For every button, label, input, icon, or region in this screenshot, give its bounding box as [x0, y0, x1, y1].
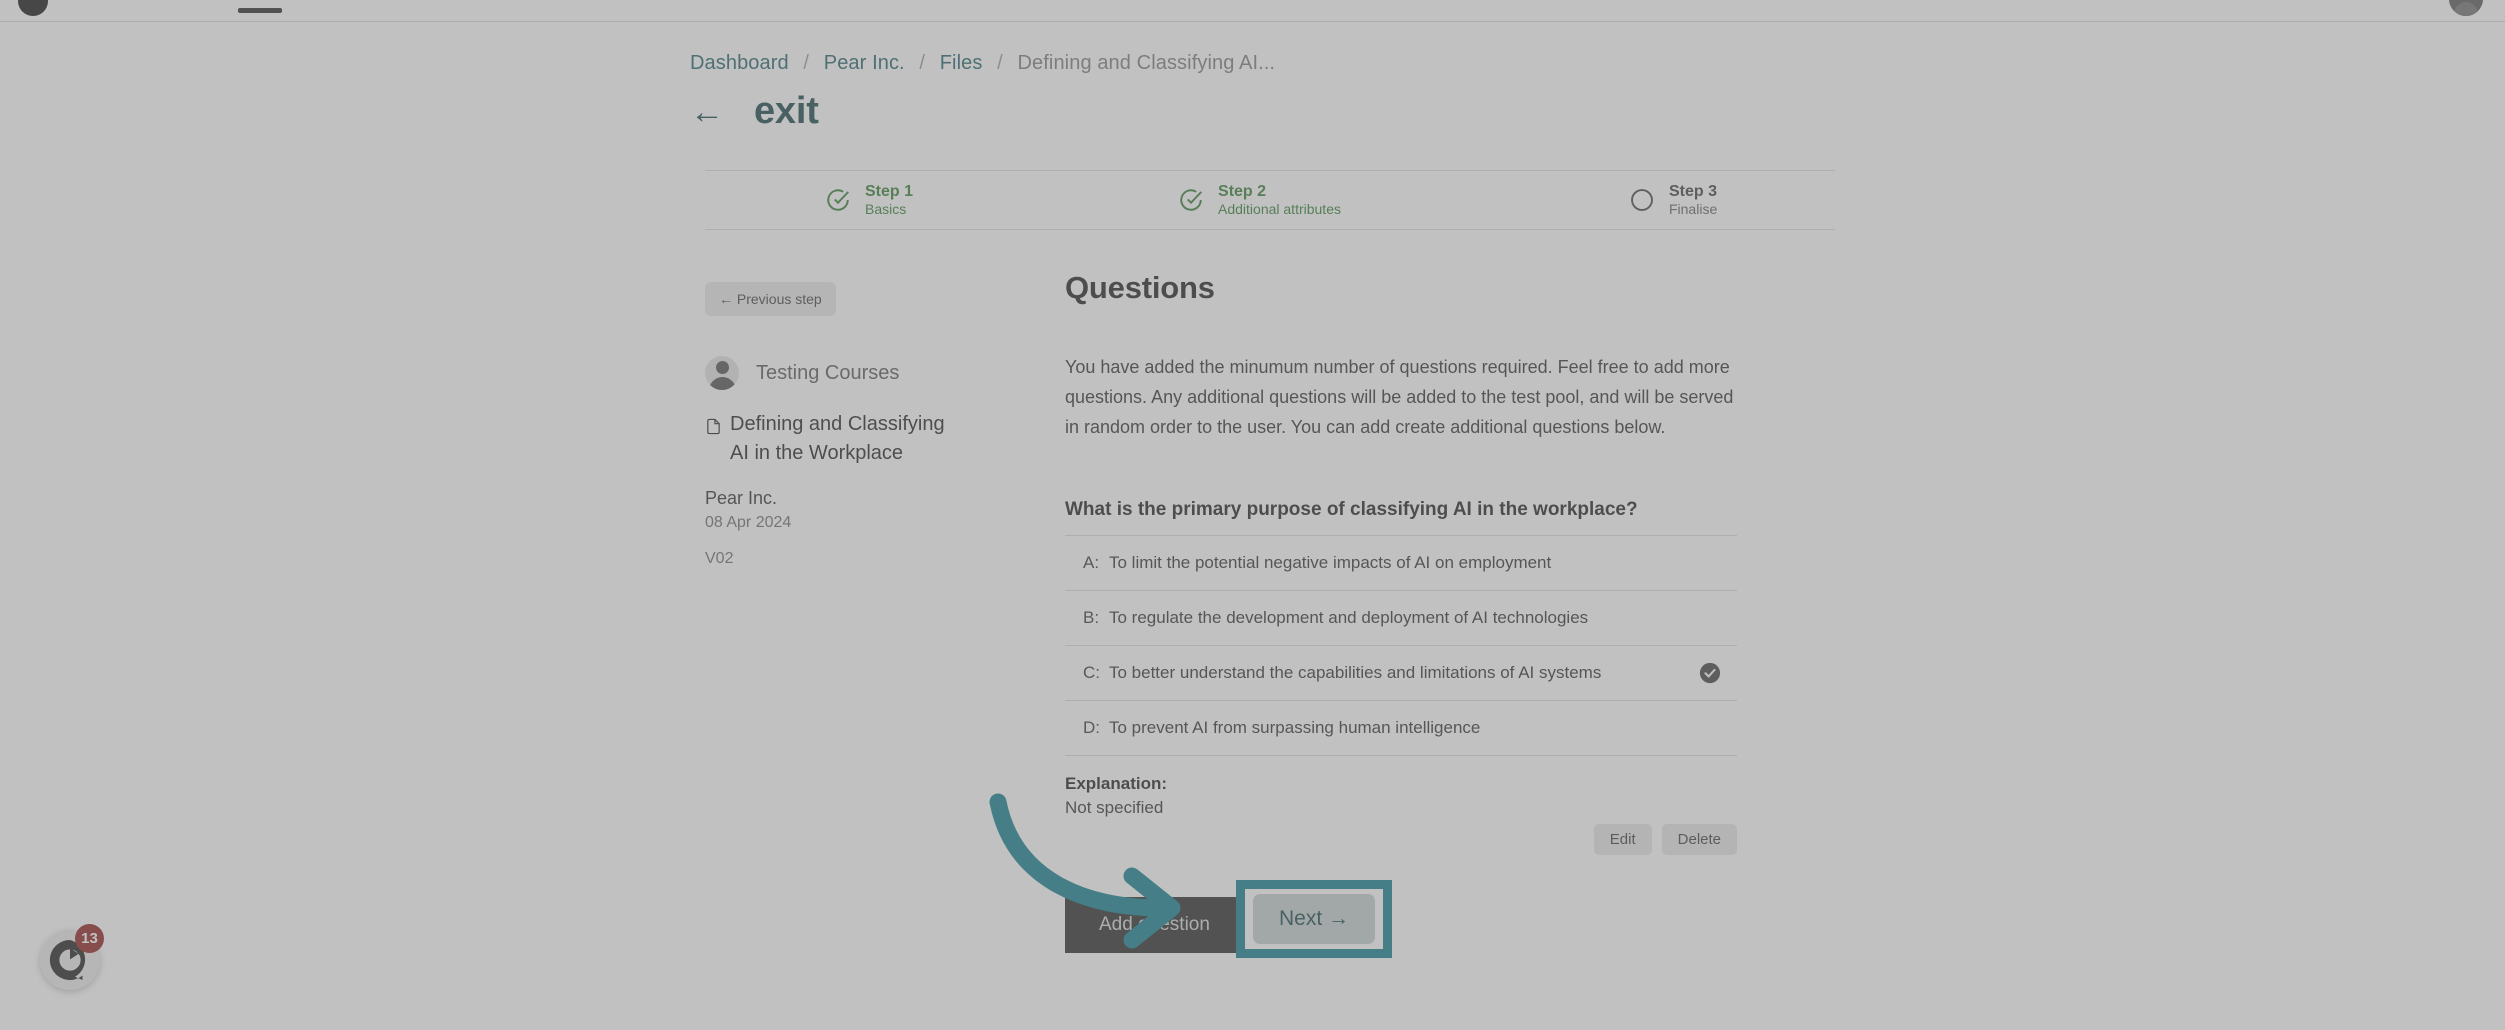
stepper-step-3[interactable]: Step 3 Finalise [1629, 182, 1717, 219]
breadcrumb-item-dashboard[interactable]: Dashboard [690, 52, 789, 74]
answer-text: To limit the potential negative impacts … [1109, 552, 1552, 572]
check-circle-icon [825, 187, 851, 213]
back-arrow-icon[interactable]: ← [690, 95, 724, 129]
panel-footer-actions: Add question [1065, 896, 1737, 953]
explanation-block: Explanation: Not specified [1065, 754, 1737, 818]
breadcrumb-separator: / [803, 52, 810, 74]
file-title-row: Defining and Classifying AI in the Workp… [705, 410, 955, 468]
top-navigation-bar [0, 0, 2505, 22]
app-root: Dashboard / Pear Inc. / Files / Defining… [0, 0, 2505, 1030]
content-intro-paragraph: You have added the minumum number of que… [1065, 357, 1734, 438]
answer-letter: C: [1083, 662, 1100, 682]
owner-avatar-icon [705, 356, 739, 390]
panel-sidebar: ← Previous step Testing Courses Defining… [705, 230, 980, 1030]
answer-letter: D: [1083, 717, 1100, 737]
empty-circle-icon [1629, 187, 1655, 213]
document-icon [705, 415, 722, 444]
question-row-actions: Edit Delete [1065, 823, 1737, 855]
check-circle-icon [1178, 187, 1204, 213]
stepper-step-2[interactable]: Step 2 Additional attributes [1178, 182, 1341, 219]
course-owner-name: Testing Courses [756, 361, 900, 384]
breadcrumb-separator: / [997, 52, 1003, 74]
next-button[interactable]: Next → [1252, 894, 1375, 944]
answer-letter: A: [1083, 552, 1100, 572]
user-avatar-icon[interactable] [2449, 0, 2483, 16]
next-button-highlight-annotation: Next → [1236, 880, 1392, 958]
breadcrumb: Dashboard / Pear Inc. / Files / Defining… [690, 52, 1275, 75]
answer-option-c[interactable]: C: To better understand the capabilities… [1065, 644, 1737, 700]
answer-text: To prevent AI from surpassing human inte… [1109, 717, 1481, 737]
stepper-step-1[interactable]: Step 1 Basics [825, 182, 913, 219]
file-date: 08 Apr 2024 [705, 514, 792, 531]
explanation-value: Not specified [1065, 797, 1164, 817]
file-company: Pear Inc. [705, 488, 778, 508]
stepper-step-2-sub: Additional attributes [1218, 201, 1341, 218]
progress-stepper: Step 1 Basics Step 2 Additional attribut… [705, 170, 1835, 230]
stepper-step-3-name: Step 3 [1668, 182, 1717, 200]
answer-text: To regulate the development and deployme… [1109, 607, 1589, 627]
stepper-step-1-name: Step 1 [865, 182, 914, 200]
answer-text: To better understand the capabilities an… [1109, 662, 1602, 682]
correct-answer-check-icon [1699, 662, 1721, 684]
brand-circle-logo-icon[interactable] [18, 0, 48, 16]
breadcrumb-separator: / [919, 52, 926, 74]
active-tab-indicator [238, 8, 282, 13]
edit-question-button[interactable]: Edit [1593, 823, 1652, 855]
stepper-step-1-sub: Basics [865, 201, 907, 218]
content-heading: Questions [1065, 270, 1215, 305]
breadcrumb-item-files[interactable]: Files [940, 52, 983, 74]
breadcrumb-item-current: Defining and Classifying AI... [1017, 52, 1276, 74]
page-header: ← exit [690, 90, 819, 133]
course-owner: Testing Courses [705, 356, 899, 390]
answer-option-d[interactable]: D: To prevent AI from surpassing human i… [1065, 699, 1737, 755]
add-question-button[interactable]: Add question [1065, 896, 1244, 953]
page-title: exit [754, 90, 819, 132]
delete-question-button[interactable]: Delete [1661, 823, 1737, 855]
question-text: What is the primary purpose of classifyi… [1065, 498, 1638, 520]
answer-option-b[interactable]: B: To regulate the development and deplo… [1065, 589, 1737, 645]
file-version: V02 [705, 550, 734, 567]
chat-unread-badge: 13 [75, 924, 104, 953]
stepper-step-2-name: Step 2 [1218, 182, 1267, 200]
breadcrumb-item-pear-inc[interactable]: Pear Inc. [824, 52, 905, 74]
previous-step-button[interactable]: ← Previous step [705, 282, 836, 316]
answer-letter: B: [1083, 607, 1100, 627]
file-title: Defining and Classifying AI in the Workp… [730, 413, 945, 464]
answer-list: A: To limit the potential negative impac… [1065, 534, 1737, 755]
answer-option-a[interactable]: A: To limit the potential negative impac… [1065, 534, 1737, 590]
panel-content: Questions You have added the minumum num… [1065, 230, 1755, 953]
stepper-step-3-sub: Finalise [1668, 201, 1718, 218]
chat-support-widget[interactable]: 13 [40, 924, 104, 990]
explanation-label: Explanation: [1065, 773, 1168, 793]
